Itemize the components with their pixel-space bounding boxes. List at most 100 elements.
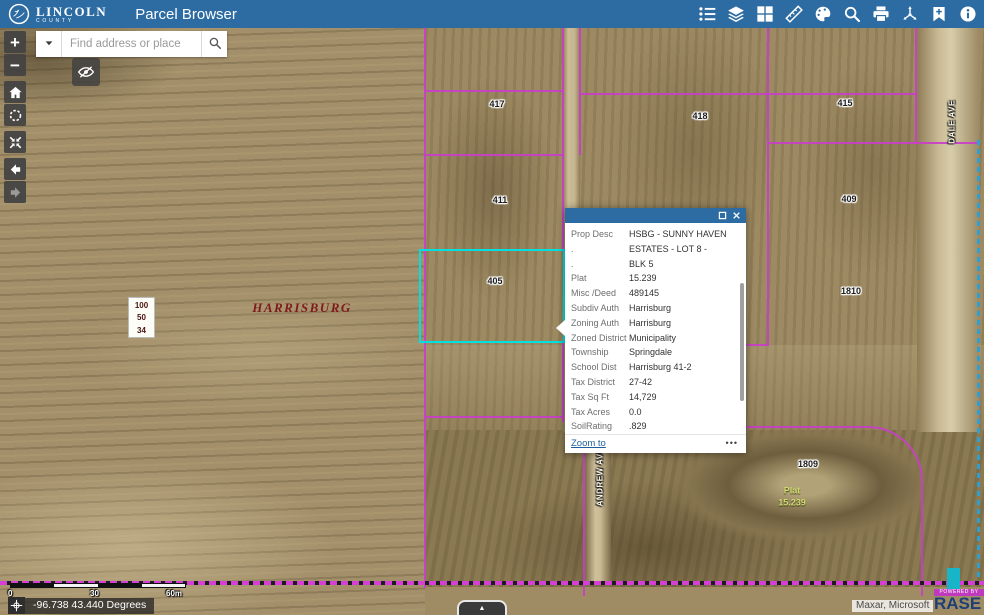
popup-row: Subdiv Auth Harrisburg <box>571 301 736 316</box>
home-icon <box>6 85 24 100</box>
measure-icon[interactable] <box>784 4 804 24</box>
popup-maximize-button[interactable] <box>718 211 727 220</box>
popup-row-value: Harrisburg 41-2 <box>629 362 692 373</box>
minus-icon: − <box>10 55 20 75</box>
popup-row-label: Zoned District <box>571 332 627 343</box>
parcel-browser-app: HARRISBURG 100 50 34 Plat 15.239 417 411 4… <box>0 0 984 615</box>
popup-row-value: 14,729 <box>629 391 657 402</box>
popup-row-value: Municipality <box>629 332 677 343</box>
popup-row-value: BLK 5 <box>629 258 654 269</box>
logo-text: LINCOLN COUNTY <box>36 5 107 24</box>
popup-body: Prop Desc HSBG - SUNNY HAVEN. ESTATES - LO… <box>565 223 746 435</box>
parcel-boundary-line <box>424 416 564 418</box>
search-button[interactable] <box>201 31 227 57</box>
popup-row-value: 489145 <box>629 288 660 299</box>
map-attribution: Maxar, Microsoft <box>852 600 934 612</box>
popup-row-label: Subdiv Auth <box>571 303 620 314</box>
coordinates-readout: -96.738 43.440 Degrees <box>25 597 155 614</box>
search-bar <box>36 31 227 57</box>
next-extent-button[interactable] <box>4 181 26 203</box>
zoom-to-link[interactable]: Zoom to <box>571 438 606 449</box>
map-controls: + − <box>4 31 26 208</box>
popup-row: Plat 15.239 <box>571 271 736 286</box>
parcel-boundary-line <box>579 93 917 95</box>
parcel-boundary-line <box>562 342 564 422</box>
crosshair-icon <box>10 599 23 612</box>
search-icon[interactable] <box>842 4 862 24</box>
brand-pin-icon <box>947 568 960 589</box>
logo-line1: LINCOLN <box>36 3 108 19</box>
caret-up-icon: ▲ <box>478 605 486 612</box>
extent-group <box>4 131 26 153</box>
toggle-visibility-button[interactable] <box>72 58 100 86</box>
arrow-right-icon <box>6 185 24 200</box>
zoom-out-button[interactable]: − <box>4 54 26 76</box>
scale-tick: 60m <box>166 589 183 598</box>
popup-row: . BLK 5 <box>571 257 736 272</box>
popup-row-label: Misc /Deed <box>571 288 617 299</box>
city-limit-line <box>977 140 980 583</box>
arrow-left-icon <box>6 162 24 177</box>
popup-row-label: . <box>571 258 574 269</box>
zoom-control-group: + − <box>4 31 26 76</box>
eye-slash-icon <box>77 66 95 84</box>
print-icon[interactable] <box>871 4 891 24</box>
share-icon[interactable] <box>900 4 920 24</box>
brand-name: RASE <box>934 594 982 613</box>
search-input[interactable] <box>62 31 201 57</box>
popup-row: SoilRating .829 <box>571 419 736 434</box>
layers-icon[interactable] <box>726 4 746 24</box>
collapse-extent-button[interactable] <box>4 131 26 153</box>
parcel-boundary-line <box>767 28 769 346</box>
parcel-boundary-line <box>767 142 980 144</box>
popup-row: Tax District 27-42 <box>571 375 736 390</box>
selected-parcel-highlight[interactable] <box>419 249 565 343</box>
popup-pointer <box>556 320 565 336</box>
previous-extent-button[interactable] <box>4 158 26 180</box>
popup-row: Prop Desc HSBG - SUNNY HAVEN <box>571 227 736 242</box>
popup-row-value: Harrisburg <box>629 317 672 328</box>
popup-row: . ESTATES - LOT 8 - <box>571 242 736 257</box>
add-bookmark-icon[interactable] <box>929 4 949 24</box>
popup-row-value: Harrisburg <box>629 303 672 314</box>
collapse-arrows-icon <box>6 135 24 150</box>
info-icon[interactable] <box>958 4 978 24</box>
popup-row-label: Township <box>571 347 609 358</box>
scale-bar <box>10 583 186 588</box>
my-location-button[interactable] <box>4 104 26 126</box>
popup-row-label: Plat <box>571 273 587 284</box>
zoom-in-button[interactable]: + <box>4 31 26 53</box>
popup-more-button[interactable]: ••• <box>726 439 738 448</box>
parcel-info-popup: Prop Desc HSBG - SUNNY HAVEN. ESTATES - LO… <box>556 208 746 454</box>
search-source-dropdown[interactable] <box>36 31 62 57</box>
parcel-boundary-line <box>579 28 581 155</box>
popup-row-value: HSBG - SUNNY HAVEN <box>629 229 727 240</box>
popup-row-value: Springdale <box>629 347 673 358</box>
popup-scrollbar[interactable] <box>740 283 744 401</box>
popup-row: Misc /Deed 489145 <box>571 286 736 301</box>
popup-header[interactable] <box>565 208 746 223</box>
map-canvas[interactable]: HARRISBURG 100 50 34 Plat 15.239 417 411 4… <box>0 0 984 615</box>
home-locate-group <box>4 81 26 126</box>
popup-row: Township Springdale <box>571 345 736 360</box>
basemap-gallery-icon[interactable] <box>755 4 775 24</box>
dale-ave-road <box>917 28 979 432</box>
popup-row-label: Zoning Auth <box>571 317 620 328</box>
powered-by-brand: POWERED BY RASE <box>934 566 984 615</box>
parcel-boundary-line <box>424 90 564 92</box>
parcel-boundary-line <box>424 154 564 156</box>
popup-close-button[interactable] <box>732 211 741 220</box>
popup-row-value: 27-42 <box>629 377 653 388</box>
close-icon <box>732 211 741 220</box>
home-button[interactable] <box>4 81 26 103</box>
popup-row-label: Tax District <box>571 377 616 388</box>
draw-icon[interactable] <box>813 4 833 24</box>
parcel-boundary-line <box>562 28 564 252</box>
nav-group <box>4 158 26 203</box>
coordinates-crosshair-button[interactable] <box>8 597 25 614</box>
maximize-icon <box>718 211 727 220</box>
page-title: Parcel Browser <box>135 5 237 23</box>
header-toolbar <box>697 4 978 24</box>
attribute-table-toggle[interactable]: ▲ <box>457 600 507 615</box>
legend-icon[interactable] <box>697 4 717 24</box>
